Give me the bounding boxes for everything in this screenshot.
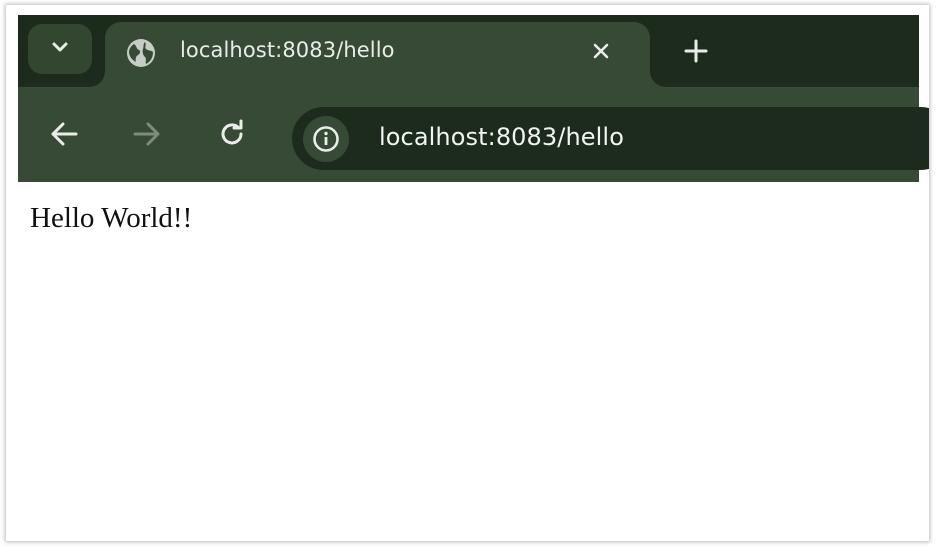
forward-button[interactable] [130, 117, 164, 151]
reload-icon [221, 119, 243, 145]
arrow-left-icon [51, 122, 78, 146]
screenshot-frame: localhost:8083/hello localhost:8083/hell… [6, 5, 929, 541]
new-tab-button[interactable] [679, 34, 713, 68]
tab-strip: localhost:8083/hello [18, 15, 919, 87]
browser-window: localhost:8083/hello localhost:8083/hell… [18, 15, 929, 182]
browser-toolbar: localhost:8083/hello [18, 87, 929, 182]
page-content: Hello World!! [18, 182, 919, 537]
tab-search-button[interactable] [28, 24, 92, 74]
back-button[interactable] [47, 117, 81, 151]
address-bar-url: localhost:8083/hello [379, 123, 624, 151]
globe-icon [126, 38, 156, 68]
plus-icon [684, 39, 708, 63]
site-info-button[interactable] [303, 116, 349, 162]
tab-title: localhost:8083/hello [180, 38, 395, 62]
chevron-down-icon [51, 40, 69, 58]
reload-button[interactable] [215, 117, 249, 151]
arrow-right-icon [133, 122, 160, 146]
close-icon [593, 43, 609, 59]
hello-world-text: Hello World!! [30, 202, 193, 234]
tab-close-button[interactable] [586, 36, 616, 66]
info-icon [313, 126, 339, 152]
address-bar[interactable]: localhost:8083/hello [292, 107, 929, 170]
tab-active[interactable]: localhost:8083/hello [105, 22, 650, 87]
